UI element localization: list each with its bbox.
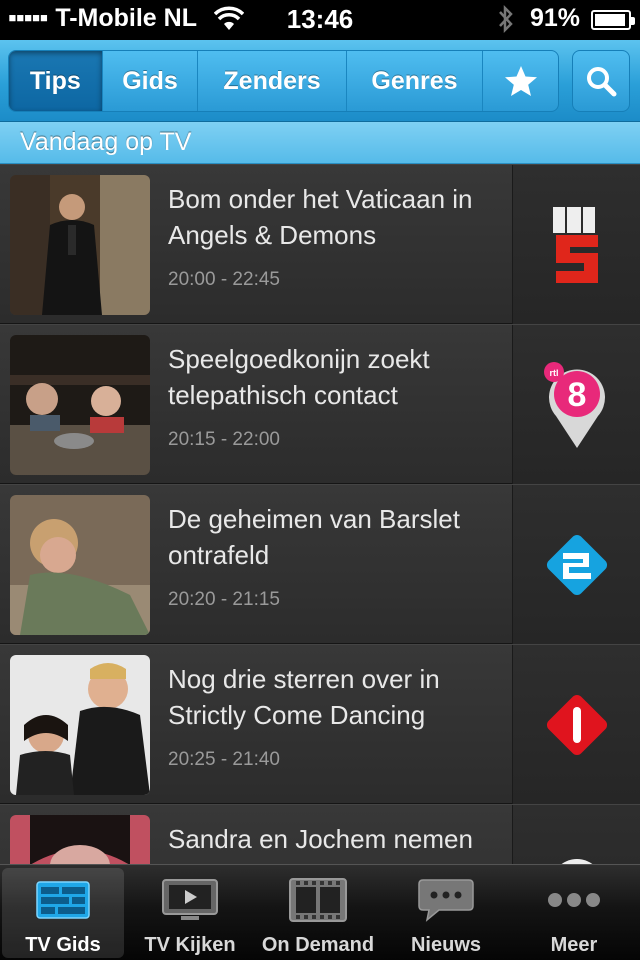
rtl4-logo: [560, 858, 593, 864]
nav-bar: Tips Gids Zenders Genres: [0, 40, 640, 122]
program-title: Sandra en Jochem nemen: [168, 824, 473, 854]
tab-label: Nieuws: [410, 934, 482, 956]
program-title: Speelgoedkonijn zoekt telepathisch conta…: [168, 344, 430, 410]
program-time: 20:25 - 21:40: [168, 749, 280, 770]
nederland2-logo: [546, 534, 607, 595]
program-title: Nog drie sterren over in Strictly Come D…: [168, 664, 440, 730]
program-title: De geheimen van Barslet ontrafeld: [168, 504, 460, 570]
more-icon: [548, 893, 600, 907]
tab-tv-gids[interactable]: TV Gids: [2, 868, 124, 958]
tab-tv-kijken[interactable]: TV Kijken: [126, 865, 254, 960]
tab-meer[interactable]: Meer: [510, 865, 638, 960]
list-item[interactable]: Sandra en Jochem nemen: [0, 804, 640, 864]
film-icon: [289, 878, 347, 922]
list-item[interactable]: Bom onder het Vaticaan in Angels & Demon…: [0, 164, 640, 324]
channel-logo: 8 rtl: [512, 325, 640, 484]
svg-text:8: 8: [567, 376, 586, 414]
battery-icon: [591, 10, 635, 30]
section-header: Vandaag op TV: [0, 122, 640, 164]
list-item[interactable]: Speelgoedkonijn zoekt telepathisch conta…: [0, 324, 640, 484]
channel-logo: [512, 165, 640, 324]
program-time: 20:00 - 22:45: [168, 269, 280, 290]
channel-logo: [512, 805, 640, 864]
program-thumbnail: [10, 335, 150, 475]
status-bar: ▪▪▪▪▪ T-Mobile NL 13:46 91%: [0, 0, 640, 40]
battery-percentage: 91%: [530, 4, 581, 32]
bluetooth-icon: [497, 4, 515, 39]
search-button[interactable]: [572, 50, 630, 112]
segmented-control: Tips Gids Zenders Genres: [8, 50, 559, 112]
program-thumbnail: [10, 495, 150, 635]
section-title: Vandaag op TV: [20, 128, 192, 156]
program-time: 20:20 - 21:15: [168, 589, 280, 610]
star-icon: [504, 66, 537, 96]
chat-icon: [418, 879, 474, 922]
svg-text:rtl: rtl: [549, 368, 558, 378]
channel-logo: [512, 485, 640, 644]
program-thumbnail: [10, 655, 150, 795]
tab-label: On Demand: [261, 934, 375, 956]
segment-genres[interactable]: Genres: [347, 51, 484, 111]
tab-nieuws[interactable]: Nieuws: [382, 865, 510, 960]
tv-guide-icon: [36, 881, 90, 919]
rtl5-logo: [552, 206, 598, 283]
program-list[interactable]: Bom onder het Vaticaan in Angels & Demon…: [0, 164, 640, 864]
tab-label: TV Gids: [25, 934, 101, 956]
tab-bar: TV Gids TV Kijken On Demand Nieuws Meer: [0, 864, 640, 960]
program-title: Bom onder het Vaticaan in Angels & Demon…: [168, 184, 473, 250]
channel-logo: [512, 645, 640, 804]
tab-on-demand[interactable]: On Demand: [254, 865, 382, 960]
favorites-button[interactable]: [483, 51, 558, 111]
program-thumbnail: [10, 815, 150, 864]
program-thumbnail: [10, 175, 150, 315]
segment-tips[interactable]: Tips: [9, 51, 103, 111]
tab-label: TV Kijken: [144, 934, 236, 956]
program-time: 20:15 - 22:00: [168, 429, 280, 450]
list-item[interactable]: Nog drie sterren over in Strictly Come D…: [0, 644, 640, 804]
search-icon: [587, 67, 617, 97]
rtl8-logo: 8 rtl: [543, 361, 605, 448]
tv-icon: [162, 879, 218, 920]
segment-zenders[interactable]: Zenders: [198, 51, 347, 111]
nederland1-logo: [546, 694, 607, 755]
tab-label: Meer: [550, 934, 598, 956]
segment-gids[interactable]: Gids: [103, 51, 199, 111]
list-item[interactable]: De geheimen van Barslet ontrafeld 20:20 …: [0, 484, 640, 644]
